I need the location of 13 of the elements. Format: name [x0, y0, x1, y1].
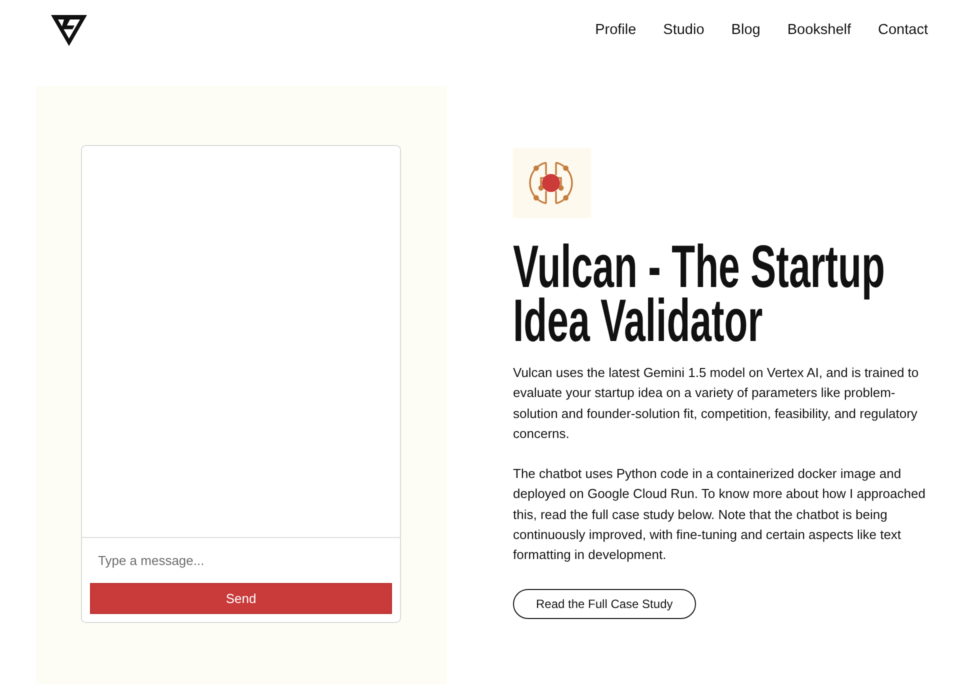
circuit-icon	[513, 148, 591, 218]
send-button[interactable]: Send	[90, 583, 392, 614]
message-input[interactable]: Type a message...	[82, 538, 400, 583]
project-description: Vulcan uses the latest Gemini 1.5 model on Vertex AI, and is trained to evaluate your startup idea on a variety of parameters like problem-solution and founder-solution fit, competition, feasibility, and regulatory concerns.	[513, 364, 920, 443]
nav-link[interactable]: Studio	[663, 22, 704, 38]
nav-link[interactable]: Profile	[595, 22, 636, 38]
nav-link[interactable]: Blog	[731, 22, 760, 38]
case-study-button[interactable]: Read the Full Case Study	[513, 588, 696, 619]
logo-icon[interactable]	[51, 15, 87, 46]
nav-link[interactable]: Bookshelf	[787, 22, 852, 38]
project-title: Vulcan - The Startup Idea Validator	[513, 240, 886, 348]
nav-link[interactable]: Contact	[878, 22, 928, 38]
project-description: The chatbot uses Python code in a containerized docker image and deployed on Google Cloud Run. To know more about how I approached this, read the full case study below. Note that the chatbot is being continuously improved, with fine-tuning and certain aspects like text formatting in development.	[513, 465, 926, 564]
